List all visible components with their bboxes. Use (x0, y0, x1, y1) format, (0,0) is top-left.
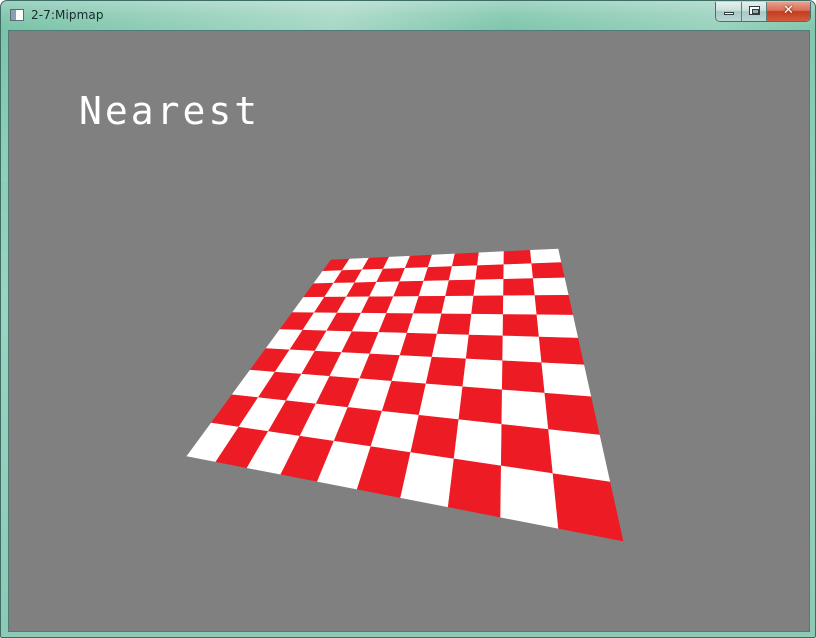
checker-tile (425, 356, 467, 388)
checker-tile (445, 279, 477, 297)
checker-tile (502, 295, 538, 316)
caption-buttons: ✕ (715, 2, 811, 22)
checker-tile (468, 313, 504, 337)
checker-tile (544, 392, 600, 436)
checker-tile (451, 252, 480, 267)
checker-tile (431, 333, 470, 360)
minimize-icon (724, 12, 734, 15)
maximize-icon (749, 6, 760, 15)
checker-tile (406, 313, 442, 335)
close-button[interactable]: ✕ (767, 2, 810, 21)
checker-tile (536, 314, 579, 339)
checker-tile (534, 294, 574, 316)
app-window-icon[interactable] (10, 9, 24, 21)
checker-tile (541, 362, 592, 398)
checker-tile (538, 336, 585, 366)
checker-tile (503, 250, 533, 265)
checker-tile (458, 386, 503, 425)
filter-mode-label: Nearest (79, 89, 261, 133)
checker-tile (465, 334, 504, 362)
checker-tile (500, 465, 559, 529)
checker-tile (473, 278, 505, 297)
checker-tile (447, 458, 502, 518)
checker-tile (418, 280, 450, 297)
checker-tile (531, 262, 565, 279)
close-icon: ✕ (783, 3, 794, 18)
minimize-button[interactable] (716, 2, 742, 21)
checker-tile (462, 358, 503, 391)
checker-tile (400, 452, 455, 508)
checker-tile (453, 419, 503, 467)
checker-tile (448, 265, 478, 281)
checker-tile (502, 314, 540, 338)
checker-tile (412, 295, 446, 315)
window-title: 2-7:Mipmap (31, 8, 104, 22)
checker-tile (552, 473, 624, 542)
checker-tile (503, 278, 536, 297)
checker-tile (427, 253, 456, 268)
checker-tile (500, 424, 554, 474)
checker-tile (441, 295, 475, 315)
checker-tile (501, 360, 546, 394)
maximize-button[interactable] (742, 2, 767, 21)
checker-tile (502, 335, 543, 364)
render-viewport[interactable]: Nearest (9, 31, 809, 631)
checker-tile (475, 264, 505, 281)
checker-tile (532, 277, 569, 296)
checker-tile (501, 389, 549, 430)
checker-tile (477, 251, 505, 266)
title-bar[interactable]: 2-7:Mipmap ✕ (1, 1, 815, 29)
checker-tile (423, 266, 453, 282)
checker-tile (410, 414, 460, 460)
client-area-frame: Nearest (8, 30, 810, 632)
checker-tile (503, 263, 534, 280)
checker-tile (418, 383, 464, 420)
checker-tile (436, 313, 472, 336)
checker-tile (471, 295, 504, 315)
checker-tile (530, 248, 562, 264)
application-window: 2-7:Mipmap ✕ Nearest (0, 0, 816, 638)
